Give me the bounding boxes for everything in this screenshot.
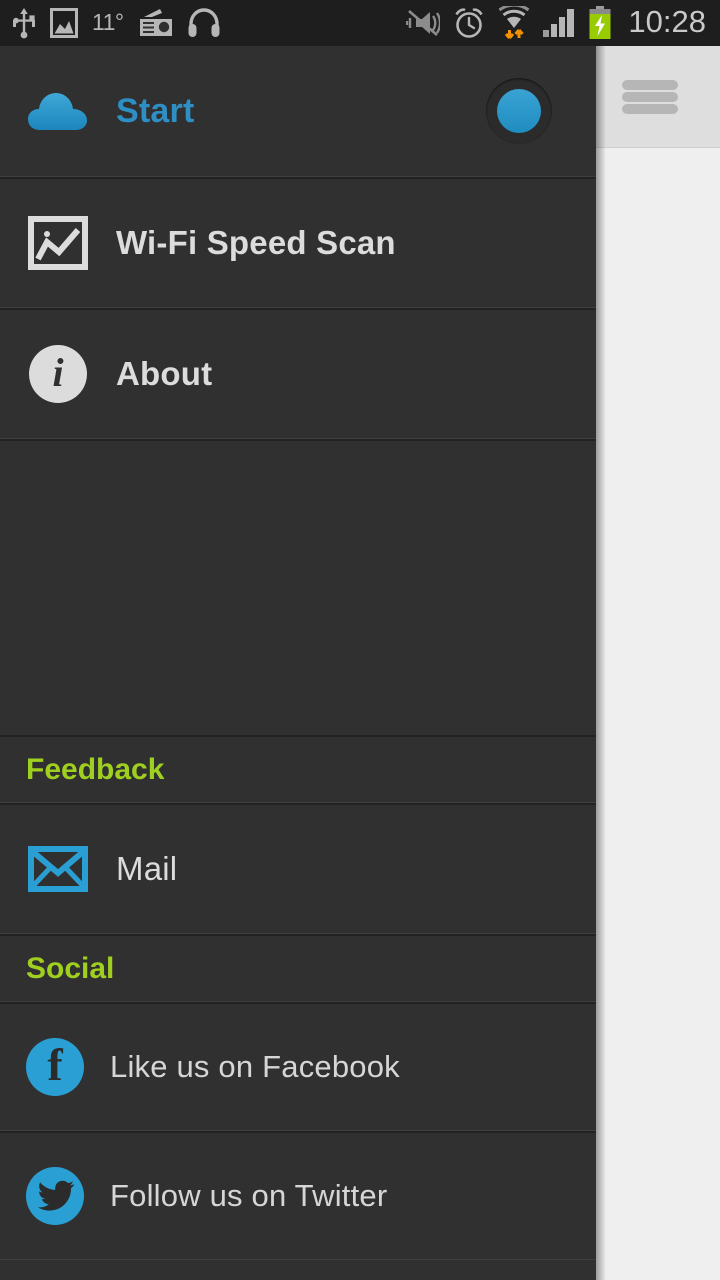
alarm-clock-icon <box>455 8 484 38</box>
battery-charging-icon <box>589 6 611 39</box>
menu-button[interactable] <box>622 77 678 117</box>
drawer-item-twitter[interactable]: Follow us on Twitter <box>0 1131 596 1260</box>
status-bar-clock: 10:28 <box>628 4 706 39</box>
info-icon-circle: i <box>29 345 87 403</box>
twitter-icon <box>0 1167 110 1225</box>
status-bar: 11° 10:28 <box>0 0 720 46</box>
drawer-section-social: Social <box>0 934 596 1002</box>
hamburger-line-3 <box>622 103 678 114</box>
temperature-text: 11° <box>92 8 124 35</box>
drawer-item-label: Start <box>116 91 195 130</box>
phone-screen: Tap C Start <box>0 0 720 1280</box>
hamburger-line-2 <box>622 91 678 102</box>
drawer-item-label: About <box>116 355 213 392</box>
drawer-item-label: Like us on Facebook <box>110 1049 400 1084</box>
info-icon: i <box>0 345 116 403</box>
drawer-spacer <box>0 439 596 735</box>
navigation-drawer: Start Wi-Fi Speed Scan i About Feedback … <box>0 46 596 1280</box>
facebook-icon-glyph: f <box>47 1039 63 1090</box>
drawer-item-start[interactable]: Start <box>0 46 596 177</box>
drawer-item-facebook[interactable]: f Like us on Facebook <box>0 1002 596 1131</box>
status-bar-right-icons: 10:28 <box>406 4 706 41</box>
envelope-icon <box>0 846 116 892</box>
drawer-section-feedback: Feedback <box>0 735 596 803</box>
drawer-item-label: Wi-Fi Speed Scan <box>116 224 396 261</box>
drawer-item-wifi-speed-scan[interactable]: Wi-Fi Speed Scan <box>0 177 596 308</box>
drawer-item-label: Follow us on Twitter <box>110 1178 388 1213</box>
radio-icon <box>139 9 172 36</box>
signal-bars-icon <box>543 9 575 37</box>
drawer-item-label: Mail <box>116 850 178 887</box>
indicator-dot <box>497 89 541 133</box>
usb-icon <box>13 8 35 39</box>
cloud-icon-svg <box>28 93 87 130</box>
facebook-icon: f <box>0 1038 110 1096</box>
chart-picture-icon <box>0 216 116 270</box>
twitter-icon-glyph <box>37 1180 74 1211</box>
status-bar-left-icons: 11° <box>12 7 406 39</box>
drawer-item-mail[interactable]: Mail <box>0 803 596 934</box>
facebook-icon-circle: f <box>26 1038 84 1096</box>
vibrate-mute-icon <box>406 10 441 36</box>
info-icon-glyph: i <box>52 349 64 395</box>
chart-picture-icon-svg <box>28 216 88 270</box>
drawer-edge-shadow <box>596 46 606 1280</box>
twitter-icon-circle <box>26 1167 84 1225</box>
wifi-transfer-icon <box>499 6 530 39</box>
section-title: Feedback <box>26 752 165 786</box>
envelope-icon-svg <box>28 846 88 892</box>
section-title: Social <box>26 951 115 985</box>
hamburger-line-1 <box>622 79 678 90</box>
headphones-icon <box>188 8 220 37</box>
drawer-item-about[interactable]: i About <box>0 308 596 439</box>
start-selected-indicator[interactable] <box>486 78 552 144</box>
gallery-image-icon <box>50 8 78 38</box>
cloud-icon <box>0 89 116 133</box>
